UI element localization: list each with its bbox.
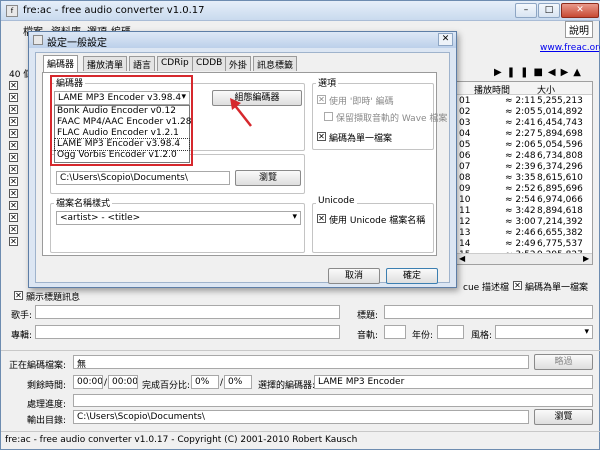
dialog-browse-button[interactable]: 瀏覽 [235, 170, 301, 186]
output-dir-field[interactable]: C:\Users\Scopio\Documents\ [73, 410, 529, 424]
track-row[interactable]: 06 ≈ 2:48 6,734,808 [457, 151, 592, 162]
genre-label: 風格: [471, 331, 493, 341]
track-row[interactable]: 02 ≈ 2:05 5,014,892 [457, 107, 592, 118]
app-icon: f [6, 5, 18, 17]
dialog-output-dir-field[interactable]: C:\Users\Scopio\Documents\ [56, 171, 230, 185]
artist-field[interactable] [35, 305, 340, 319]
close-button[interactable]: ✕ [561, 3, 599, 18]
output-dir-label: 輸出目錄: [27, 416, 67, 426]
status-bar: fre:ac - free audio converter v1.0.17 - … [5, 435, 358, 445]
skip-button[interactable]: 略過 [534, 354, 593, 370]
selected-encoder-label: 選擇的編碼器: [258, 381, 316, 391]
year-label: 年份: [412, 331, 434, 341]
title-field[interactable] [384, 305, 593, 319]
progress-bar [73, 394, 593, 407]
title-label: 標題: [357, 311, 379, 321]
title-bar: f fre:ac - free audio converter v1.0.17 … [1, 1, 600, 21]
percent-label: 完成百分比: [142, 381, 191, 391]
ok-button[interactable]: 確定 [386, 268, 438, 284]
album-field[interactable] [35, 325, 340, 339]
track-list: 播放時間 大小 01 ≈ 2:11 5,255,213 02 ≈ 2:05 5,014,… [456, 81, 593, 265]
col-time-header[interactable]: 播放時間 [474, 83, 510, 96]
artist-label: 歌手: [11, 311, 33, 321]
divider [1, 431, 600, 432]
encoding-file-field: 無 [73, 355, 529, 369]
selected-encoder-field: LAME MP3 Encoder [314, 375, 593, 389]
chevron-down-icon: ▾ [292, 212, 297, 222]
show-info-toggle[interactable]: ✕ [14, 291, 23, 300]
single-file-option-label: 編碼為單一檔案 [329, 134, 393, 144]
options-group-label: 選項 [316, 76, 339, 89]
tab-cddb[interactable]: CDDB [192, 56, 227, 71]
browse-button[interactable]: 瀏覽 [534, 409, 593, 425]
time-total-field: 00:00 [108, 375, 138, 389]
track-row[interactable]: 10 ≈ 2:54 6,974,066 [457, 195, 592, 206]
filename-group-label: 檔案名稱樣式 [54, 196, 113, 209]
col-size-header[interactable]: 大小 [537, 83, 555, 96]
chevron-down-icon: ▾ [584, 327, 589, 337]
dialog-title-bar: 設定一般設定 ✕ [29, 32, 456, 49]
percent-field: 0% [191, 375, 219, 389]
left-checkbox-column: ✕ ✕ ✕ ✕ ✕ ✕ ✕ ✕ ✕ ✕ ✕ ✕ ✕ ✕ [9, 81, 18, 246]
track-row[interactable]: 12 ≈ 3:00 7,214,392 [457, 217, 592, 228]
show-info-label: 顯示標題訊息 [26, 293, 81, 303]
keep-wave-label: 保留擷取音軌的 Wave 檔案 [336, 114, 448, 124]
tab-playlist[interactable]: 播放清單 [83, 56, 128, 71]
single-file-label: 編碼為單一檔案 [525, 283, 589, 293]
genre-select[interactable]: ▾ [495, 325, 593, 339]
track-row[interactable]: 04 ≈ 2:27 5,894,698 [457, 129, 592, 140]
divider [1, 350, 600, 351]
window-title: fre:ac - free audio converter v1.0.17 [23, 5, 205, 16]
album-label: 專輯: [11, 331, 33, 341]
tab-cdrip[interactable]: CDRip [157, 56, 193, 71]
unicode-group-label: Unicode [316, 196, 357, 206]
onthefly-label: 使用 '即時' 編碼 [329, 97, 394, 107]
track-row[interactable]: 03 ≈ 2:41 6,454,743 [457, 118, 592, 129]
unicode-label: 使用 Unicode 檔案名稱 [329, 216, 426, 226]
track-row[interactable]: 01 ≈ 2:11 5,255,213 [457, 96, 592, 107]
annotation-arrow-icon [230, 98, 252, 127]
track-row[interactable]: 14 ≈ 2:49 6,775,537 [457, 239, 592, 250]
track-row[interactable]: 08 ≈ 3:35 8,615,610 [457, 173, 592, 184]
track-row[interactable]: 05 ≈ 2:06 5,054,596 [457, 140, 592, 151]
minimize-button[interactable]: – [515, 3, 537, 18]
cue-label: cue 描述檔 [463, 283, 510, 293]
highlight-box [50, 75, 193, 166]
filename-pattern-select[interactable]: <artist> - <title> ▾ [56, 211, 301, 225]
track-field[interactable] [384, 325, 406, 339]
track-row[interactable]: 13 ≈ 2:46 6,655,382 [457, 228, 592, 239]
encoding-label: 正在編碼檔案: [9, 361, 67, 371]
percent-total-field: 0% [224, 375, 252, 389]
tab-plugins[interactable]: 外掛 [225, 56, 252, 71]
progress-label: 處理進度: [27, 400, 67, 410]
track-list-header: 播放時間 大小 [457, 82, 592, 96]
track-list-scrollbar[interactable]: ◀ ▶ [457, 253, 592, 264]
unicode-checkbox[interactable]: ✕ [317, 214, 326, 223]
tab-encoders[interactable]: 編碼器 [43, 55, 79, 72]
dialog-close-icon[interactable]: ✕ [438, 33, 453, 46]
tab-language[interactable]: 語言 [129, 56, 156, 71]
tab-tags[interactable]: 訊息標籤 [253, 56, 298, 71]
cancel-button[interactable]: 取消 [328, 268, 380, 284]
keep-wave-checkbox[interactable] [324, 112, 333, 121]
track-row[interactable]: 09 ≈ 2:52 6,895,696 [457, 184, 592, 195]
onthefly-checkbox[interactable]: ✕ [317, 95, 326, 104]
unicode-group [312, 203, 434, 253]
track-row[interactable]: 07 ≈ 2:39 6,374,296 [457, 162, 592, 173]
maximize-button[interactable]: □ [538, 3, 560, 18]
single-file-option-checkbox[interactable]: ✕ [317, 132, 326, 141]
track-row[interactable]: 11 ≈ 3:42 8,894,618 [457, 206, 592, 217]
single-file-checkbox[interactable]: ✕ [513, 281, 522, 290]
dialog-title: 設定一般設定 [47, 38, 107, 49]
time-left-label: 剩餘時間: [27, 381, 67, 391]
track-label: 音軌: [357, 331, 379, 341]
help-menu[interactable]: 說明 [565, 21, 593, 38]
year-field[interactable] [437, 325, 464, 339]
player-controls[interactable]: ▶❚❚■◀▶▲ [494, 67, 586, 78]
dialog-icon [33, 35, 43, 45]
website-link[interactable]: www.freac.org [540, 43, 600, 53]
time-left-field: 00:00 [73, 375, 103, 389]
